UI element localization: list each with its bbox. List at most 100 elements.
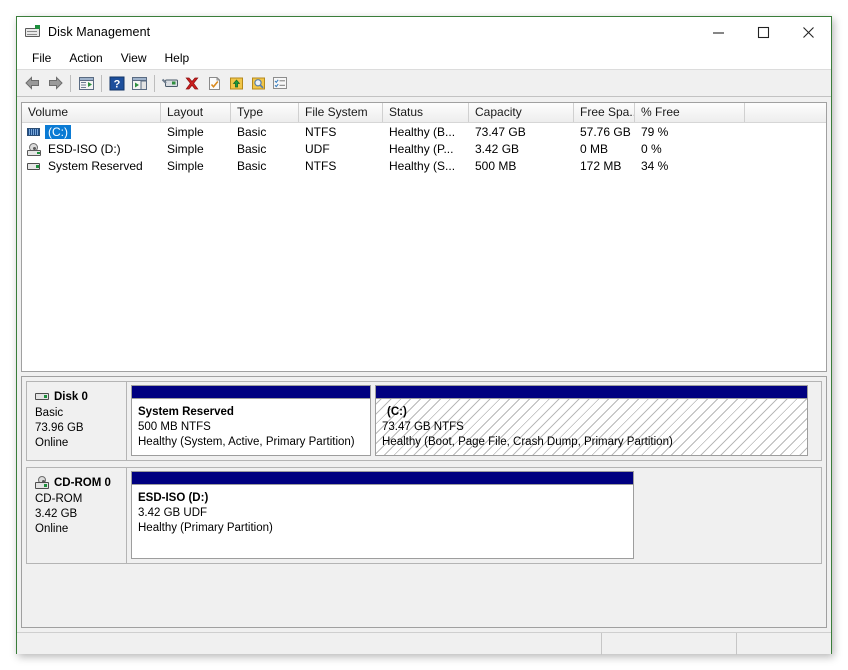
volume-name: System Reserved	[45, 159, 146, 173]
cell-free-space: 57.76 GB	[574, 125, 635, 139]
disk-0-type: Basic	[35, 406, 126, 421]
rescan-disks-icon[interactable]	[247, 72, 269, 94]
partition-details: ESD-ISO (D:) 3.42 GB UDF Healthy (Primar…	[132, 485, 633, 558]
help-icon[interactable]: ?	[106, 72, 128, 94]
cdrom-0-title-row: CD-ROM 0	[35, 476, 126, 489]
cdrom-0-status: Online	[35, 522, 126, 537]
column-header-layout[interactable]: Layout	[161, 103, 231, 122]
disk-0-status: Online	[35, 436, 126, 451]
table-row[interactable]: System Reserved Simple Basic NTFS Health…	[22, 157, 826, 174]
show-action-pane-icon[interactable]	[128, 72, 150, 94]
disk-0-size: 73.96 GB	[35, 421, 126, 436]
properties-icon[interactable]	[159, 72, 181, 94]
forward-arrow-icon[interactable]	[44, 72, 66, 94]
cell-volume[interactable]: System Reserved	[22, 159, 161, 173]
partition-status: Healthy (Primary Partition)	[138, 521, 633, 536]
cell-capacity: 3.42 GB	[469, 142, 574, 156]
window-title: Disk Management	[48, 25, 150, 39]
table-row[interactable]: (C:) Simple Basic NTFS Healthy (B... 73.…	[22, 123, 826, 140]
maximize-button[interactable]	[741, 17, 786, 47]
disk-0-title: Disk 0	[54, 391, 88, 403]
volume-name: ESD-ISO (D:)	[45, 142, 124, 156]
menu-file[interactable]: File	[23, 48, 60, 69]
column-header-blank[interactable]	[745, 103, 826, 122]
cell-status: Healthy (B...	[383, 125, 469, 139]
column-header-status[interactable]: Status	[383, 103, 469, 122]
volume-name: (C:)	[45, 125, 71, 139]
partition-details: System Reserved 500 MB NTFS Healthy (Sys…	[132, 399, 370, 455]
cdrom-0-block[interactable]: CD-ROM 0 CD-ROM 3.42 GB Online ESD-ISO (…	[26, 467, 822, 564]
cell-layout: Simple	[161, 142, 231, 156]
partition-size-fs: 500 MB NTFS	[138, 420, 370, 435]
delete-icon[interactable]	[181, 72, 203, 94]
minimize-button[interactable]	[696, 17, 741, 47]
column-header-file-system[interactable]: File System	[299, 103, 383, 122]
partition-color-bar	[132, 472, 633, 485]
column-header-percent-free[interactable]: % Free	[635, 103, 745, 122]
status-bar	[17, 632, 831, 654]
cell-layout: Simple	[161, 125, 231, 139]
disk-0-title-row: Disk 0	[35, 390, 126, 403]
partition-size-fs: 73.47 GB NTFS	[382, 420, 807, 435]
menu-view[interactable]: View	[112, 48, 156, 69]
cdrom-0-size: 3.42 GB	[35, 507, 126, 522]
window-controls	[696, 17, 831, 47]
disk-0-partitions: System Reserved 500 MB NTFS Healthy (Sys…	[127, 382, 821, 460]
cell-volume[interactable]: ESD-ISO (D:)	[22, 142, 161, 156]
task-list-icon[interactable]	[269, 72, 291, 94]
volume-list-header: Volume Layout Type File System Status Ca…	[22, 103, 826, 123]
cell-type: Basic	[231, 159, 299, 173]
title-bar: Disk Management	[17, 17, 831, 47]
column-header-capacity[interactable]: Capacity	[469, 103, 574, 122]
cdrom-0-partitions: ESD-ISO (D:) 3.42 GB UDF Healthy (Primar…	[127, 468, 821, 563]
volume-list[interactable]: Volume Layout Type File System Status Ca…	[21, 102, 827, 372]
hdd-striped-icon	[26, 125, 42, 139]
hdd-icon	[35, 390, 52, 403]
partition-c[interactable]: (C:) 73.47 GB NTFS Healthy (Boot, Page F…	[375, 385, 808, 456]
back-arrow-icon[interactable]	[22, 72, 44, 94]
cdrom-0-type: CD-ROM	[35, 492, 126, 507]
disk-0-info[interactable]: Disk 0 Basic 73.96 GB Online	[27, 382, 127, 460]
toolbar-separator	[101, 75, 102, 92]
cell-free-space: 172 MB	[574, 159, 635, 173]
cell-percent-free: 79 %	[635, 125, 745, 139]
client-area: Volume Layout Type File System Status Ca…	[17, 98, 831, 654]
cdrom-0-title: CD-ROM 0	[54, 477, 111, 489]
cell-percent-free: 0 %	[635, 142, 745, 156]
cdrom-icon	[26, 142, 42, 156]
export-list-icon[interactable]	[225, 72, 247, 94]
partition-details: (C:) 73.47 GB NTFS Healthy (Boot, Page F…	[376, 399, 807, 455]
partition-title: (C:)	[382, 405, 807, 420]
column-header-free-space[interactable]: Free Spa...	[574, 103, 635, 122]
check-document-icon[interactable]	[203, 72, 225, 94]
show-console-tree-icon[interactable]	[75, 72, 97, 94]
toolbar-separator	[70, 75, 71, 92]
cell-volume[interactable]: (C:)	[22, 125, 161, 139]
close-button[interactable]	[786, 17, 831, 47]
partition-size-fs: 3.42 GB UDF	[138, 506, 633, 521]
status-panel-3	[737, 633, 831, 655]
partition-esd-iso[interactable]: ESD-ISO (D:) 3.42 GB UDF Healthy (Primar…	[131, 471, 634, 559]
partition-color-bar	[376, 386, 807, 399]
partition-title: System Reserved	[138, 405, 370, 420]
disk-0-block[interactable]: Disk 0 Basic 73.96 GB Online System Rese…	[26, 381, 822, 461]
menu-help[interactable]: Help	[156, 48, 199, 69]
toolbar: ?	[17, 70, 831, 97]
toolbar-separator	[154, 75, 155, 92]
status-panel-1	[17, 633, 602, 655]
column-header-type[interactable]: Type	[231, 103, 299, 122]
cell-capacity: 73.47 GB	[469, 125, 574, 139]
partition-system-reserved[interactable]: System Reserved 500 MB NTFS Healthy (Sys…	[131, 385, 371, 456]
table-row[interactable]: ESD-ISO (D:) Simple Basic UDF Healthy (P…	[22, 140, 826, 157]
cell-file-system: UDF	[299, 142, 383, 156]
graphical-view[interactable]: Disk 0 Basic 73.96 GB Online System Rese…	[21, 376, 827, 628]
cdrom-0-info[interactable]: CD-ROM 0 CD-ROM 3.42 GB Online	[27, 468, 127, 563]
menu-action[interactable]: Action	[60, 48, 111, 69]
cell-type: Basic	[231, 142, 299, 156]
partition-color-bar	[132, 386, 370, 399]
partition-status: Healthy (Boot, Page File, Crash Dump, Pr…	[382, 435, 807, 450]
cell-status: Healthy (P...	[383, 142, 469, 156]
partition-title: ESD-ISO (D:)	[138, 491, 633, 506]
menu-bar: File Action View Help	[17, 47, 831, 70]
column-header-volume[interactable]: Volume	[22, 103, 161, 122]
